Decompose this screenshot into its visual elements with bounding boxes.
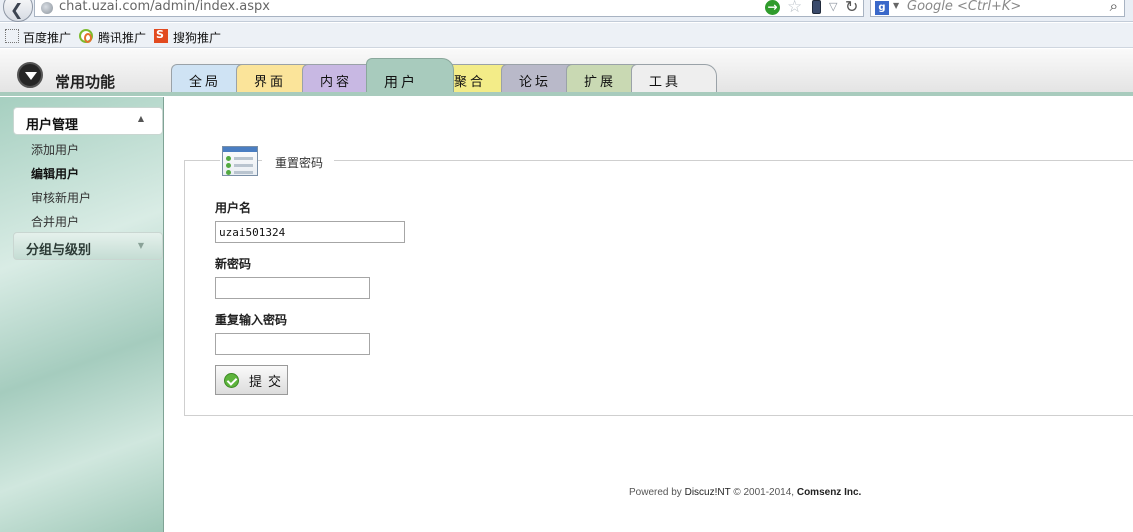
submit-button[interactable]: 提交 [215, 365, 288, 395]
sidebar-section-groups-levels[interactable]: 分组与级别 ▼ [13, 232, 163, 260]
bookmark-baidu[interactable]: 百度推广 [23, 29, 71, 46]
url-text[interactable]: chat.uzai.com/admin/index.aspx [59, 0, 270, 14]
new-password-label: 新密码 [215, 257, 252, 271]
google-icon[interactable]: g [875, 1, 889, 15]
form-legend: 重置密码 [275, 156, 324, 170]
sidebar: 用户管理 ▲ 添加用户 编辑用户 审核新用户 合并用户 分组与级别 ▼ [0, 97, 164, 532]
sogou-icon [154, 28, 168, 43]
footer-prefix: Powered by [629, 487, 682, 498]
repeat-password-label: 重复输入密码 [215, 313, 288, 327]
check-icon [224, 373, 239, 388]
repeat-password-field[interactable] [215, 333, 370, 355]
back-icon: ❮ [10, 0, 24, 19]
new-password-field[interactable] [215, 277, 370, 299]
star-icon[interactable]: ☆ [787, 0, 802, 17]
sidebar-item-edit-user[interactable]: 编辑用户 [31, 165, 79, 182]
phone-icon[interactable] [812, 0, 821, 14]
bookmarks-bar: 百度推广 腾讯推广 搜狗推广 [0, 23, 1133, 48]
back-button[interactable]: ❮ [3, 0, 33, 22]
sidebar-section-user-management[interactable]: 用户管理 ▲ [13, 107, 163, 135]
footer-company-link[interactable]: Comsenz Inc. [797, 487, 861, 498]
tab-tools[interactable]: 工具 [631, 64, 717, 93]
tab-users[interactable]: 用户 [366, 58, 454, 94]
app-header: 常用功能 全局 界面 内容 聚合 论坛 扩展 工具 用户 [0, 49, 1133, 96]
app-title: 常用功能 [55, 73, 116, 91]
footer-brand-link[interactable]: Discuz!NT [685, 487, 731, 498]
menu-toggle-icon[interactable] [17, 62, 43, 88]
go-icon[interactable]: → [765, 0, 780, 15]
bookmark-tencent[interactable]: 腾讯推广 [98, 29, 146, 46]
search-placeholder: Google <Ctrl+K> [907, 0, 1022, 14]
globe-icon [41, 2, 53, 14]
address-bar[interactable]: chat.uzai.com/admin/index.aspx → ☆ ▽ ↻ [34, 0, 864, 17]
sidebar-item-review-new-users[interactable]: 审核新用户 [31, 189, 91, 206]
sidebar-item-merge-users[interactable]: 合并用户 [31, 213, 79, 230]
search-input[interactable]: g ▼ Google <Ctrl+K> ⌕ [870, 0, 1125, 17]
username-field[interactable] [215, 221, 405, 243]
expand-arrow-icon[interactable]: ▼ [138, 241, 144, 250]
tencent-icon [79, 29, 93, 43]
chevron-down-icon[interactable]: ▼ [893, 1, 899, 10]
footer: Powered by Discuz!NT © 2001-2014, Comsen… [629, 487, 861, 498]
browser-toolbar: ❮ chat.uzai.com/admin/index.aspx → ☆ ▽ ↻… [0, 0, 1133, 22]
search-icon[interactable]: ⌕ [1110, 0, 1118, 15]
sidebar-item-add-user[interactable]: 添加用户 [31, 141, 79, 158]
reload-icon[interactable]: ↻ [845, 0, 858, 16]
form-list-icon [220, 144, 258, 176]
header-divider [0, 92, 1133, 96]
username-label: 用户名 [215, 201, 252, 215]
footer-copyright: © 2001-2014, [733, 487, 795, 498]
bookmark-sogou[interactable]: 搜狗推广 [173, 29, 221, 46]
collapse-arrow-icon[interactable]: ▲ [138, 114, 144, 123]
dotted-page-icon [5, 29, 19, 43]
dropdown-icon[interactable]: ▽ [829, 0, 837, 13]
